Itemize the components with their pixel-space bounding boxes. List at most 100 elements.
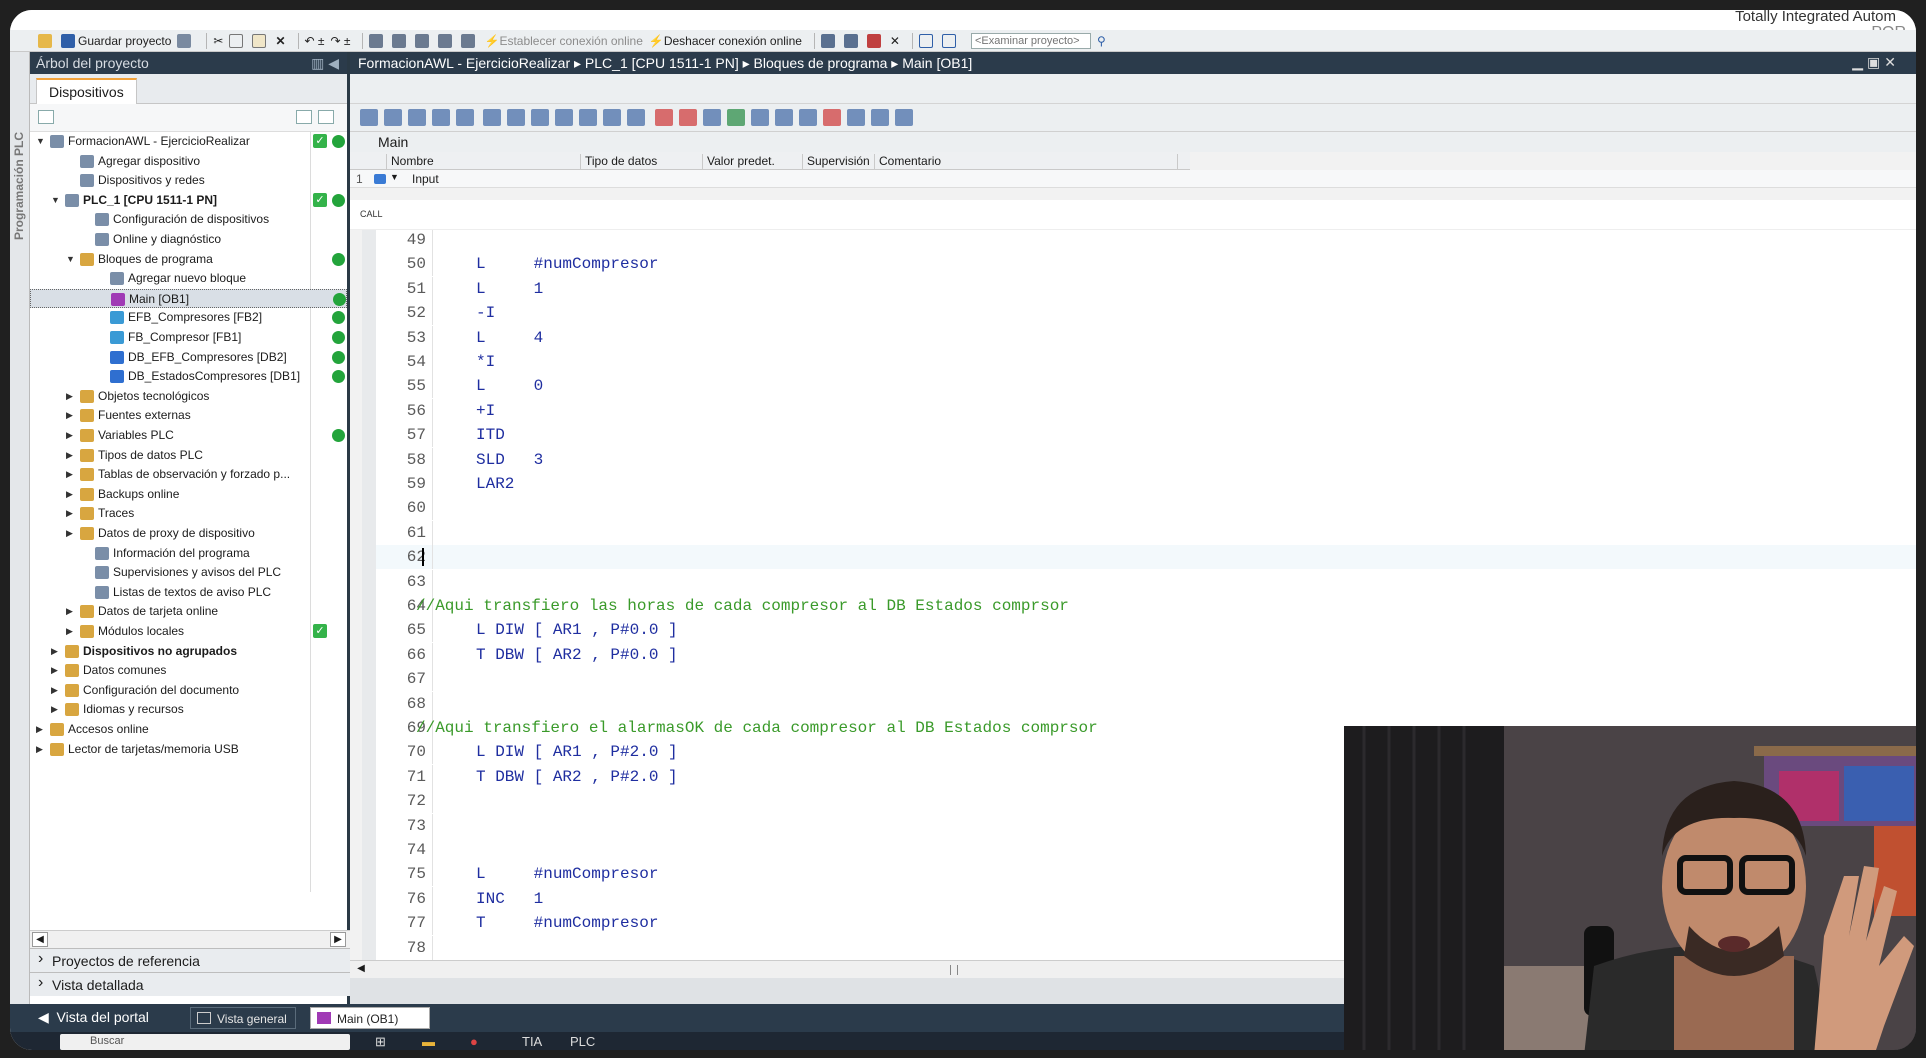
code-line[interactable]: 51 L 1: [376, 276, 1916, 301]
table-view-icon[interactable]: [296, 110, 312, 124]
refresh-icon[interactable]: [870, 109, 889, 126]
tree-item[interactable]: ▼ FormacionAWL - EjercicioRealizar ✓: [30, 132, 347, 151]
code-line[interactable]: 59 LAR2: [376, 472, 1916, 496]
breakpoint-icon[interactable]: [654, 109, 673, 126]
delete-button[interactable]: ✕: [275, 34, 285, 48]
scroll-left-icon[interactable]: ◀: [354, 963, 368, 977]
copy-button[interactable]: [229, 33, 246, 48]
go-offline-button[interactable]: ⚡ Deshacer conexión online: [649, 34, 802, 48]
column-data-type[interactable]: Tipo de datos: [580, 154, 702, 170]
start-cpu-button[interactable]: [843, 33, 861, 48]
tree-item[interactable]: Dispositivos y redes: [30, 171, 347, 190]
tree-item[interactable]: ▼ Bloques de programa: [30, 250, 347, 269]
code-line[interactable]: 56 +I: [376, 398, 1916, 423]
undo-button[interactable]: ↶ ±: [305, 34, 325, 48]
split-vertical-button[interactable]: [941, 33, 959, 48]
code-line[interactable]: 55 L 0: [376, 374, 1916, 399]
upload-button[interactable]: [415, 33, 432, 48]
chevron-right-icon[interactable]: ▶: [66, 391, 76, 401]
tree-item[interactable]: ▼ PLC_1 [CPU 1511-1 PN] ✓: [30, 191, 347, 210]
tree-item[interactable]: ▶ Datos de proxy de dispositivo: [30, 524, 347, 543]
tree-item[interactable]: ▶ Accesos online: [30, 720, 347, 739]
code-line[interactable]: 54 *I: [376, 350, 1916, 374]
plc-taskbar-app[interactable]: PLC: [570, 1034, 595, 1049]
download-button[interactable]: [392, 33, 409, 48]
chevron-down-icon[interactable]: ▼: [51, 195, 61, 205]
tree-item[interactable]: Online y diagnóstico: [30, 230, 347, 249]
code-line[interactable]: 64//Aqui transfiero las horas de cada co…: [376, 594, 1916, 618]
code-line[interactable]: 67: [376, 667, 1916, 692]
call-instruction[interactable]: CALL: [360, 209, 383, 219]
chevron-down-icon[interactable]: ▼: [36, 136, 46, 146]
code-line[interactable]: 61: [376, 520, 1916, 545]
chevron-right-icon[interactable]: ▶: [36, 724, 46, 734]
save-project-button[interactable]: Guardar proyecto: [61, 33, 171, 48]
block-icon[interactable]: [456, 109, 474, 126]
ladder-icon[interactable]: [579, 109, 598, 126]
insert-network-icon[interactable]: [360, 109, 378, 126]
taskbar-search-input[interactable]: Buscar: [60, 1034, 350, 1050]
stl-icon[interactable]: [627, 109, 646, 126]
tree-item[interactable]: Agregar dispositivo: [30, 152, 347, 171]
code-line[interactable]: 53 L 4: [376, 325, 1916, 350]
tree-item[interactable]: ▶ Módulos locales ✓: [30, 622, 347, 641]
absolute-icon[interactable]: [846, 109, 865, 126]
fbd-icon[interactable]: [603, 109, 622, 126]
tree-horizontal-scrollbar[interactable]: ◀ ▶: [30, 930, 350, 948]
chevron-right-icon[interactable]: ▶: [66, 528, 76, 538]
tree-item[interactable]: Configuración de dispositivos: [30, 210, 347, 229]
column-comment[interactable]: Comentario: [874, 154, 1178, 170]
cross-reference-button[interactable]: ✕: [890, 34, 900, 48]
tree-item[interactable]: ▶ Lector de tarjetas/memoria USB: [30, 740, 347, 759]
scroll-right-icon[interactable]: ▶: [330, 932, 346, 947]
scroll-left-icon[interactable]: ◀: [32, 932, 48, 947]
compare-icon[interactable]: [822, 109, 841, 126]
tree-item[interactable]: Agregar nuevo bloque: [30, 269, 347, 288]
search-button[interactable]: ⚲: [1097, 34, 1106, 48]
tree-item[interactable]: Main [OB1]: [30, 288, 347, 308]
tree-item[interactable]: ▶ Dispositivos no agrupados: [30, 642, 347, 661]
go-online-button[interactable]: ⚡ Establecer conexión online: [484, 34, 642, 48]
tree-item[interactable]: ▶ Configuración del documento: [30, 681, 347, 700]
tree-item[interactable]: Supervisiones y avisos del PLC: [30, 563, 347, 582]
code-line[interactable]: 65 L DIW [ AR1 , P#0.0 ]: [376, 618, 1916, 643]
code-line[interactable]: 57 ITD: [376, 423, 1916, 448]
reference-projects-section[interactable]: Proyectos de referencia: [30, 948, 350, 972]
window-controls[interactable]: ▁▣✕: [1852, 54, 1900, 71]
details-icon[interactable]: [318, 110, 334, 124]
code-line[interactable]: 60: [376, 496, 1916, 521]
tree-item[interactable]: ▶ Datos comunes: [30, 661, 347, 680]
tree-item[interactable]: ▶ Traces: [30, 504, 347, 523]
compile-button[interactable]: [369, 33, 386, 48]
split-horizontal-button[interactable]: [918, 33, 936, 48]
chrome-icon[interactable]: ●: [470, 1034, 478, 1049]
chevron-right-icon[interactable]: ▶: [66, 489, 76, 499]
print-button[interactable]: [177, 33, 194, 48]
tree-item[interactable]: ▶ Backups online: [30, 485, 347, 504]
chevron-right-icon[interactable]: ▶: [51, 704, 61, 714]
tree-item[interactable]: ▶ Fuentes externas: [30, 406, 347, 425]
scroll-thumb[interactable]: [950, 965, 958, 975]
tab-overview[interactable]: Vista general: [190, 1007, 296, 1029]
column-default-value[interactable]: Valor predet.: [702, 154, 802, 170]
tree-item[interactable]: Información del programa: [30, 544, 347, 563]
chevron-right-icon[interactable]: ▶: [66, 430, 76, 440]
collapse-panel-icon[interactable]: ▥ ◀: [311, 55, 339, 72]
tree-item[interactable]: ▶ Objetos tecnológicos: [30, 387, 347, 406]
tree-item[interactable]: ▶ Datos de tarjeta online: [30, 602, 347, 621]
code-line[interactable]: 62: [376, 545, 1916, 570]
go-to-icon[interactable]: [750, 109, 769, 126]
chevron-right-icon[interactable]: ▶: [66, 606, 76, 616]
list-icon[interactable]: [531, 109, 550, 126]
add-row-icon[interactable]: [432, 109, 450, 126]
chevron-right-icon[interactable]: ▶: [51, 646, 61, 656]
delete-network-icon[interactable]: [384, 109, 402, 126]
new-view-icon[interactable]: [38, 110, 54, 124]
tree-item[interactable]: Listas de textos de aviso PLC: [30, 583, 347, 602]
network-close-icon[interactable]: [507, 109, 526, 126]
stop-simulation-button[interactable]: [461, 33, 478, 48]
tia-taskbar-app[interactable]: TIA: [522, 1034, 542, 1049]
chevron-right-icon[interactable]: ▶: [66, 469, 76, 479]
code-line[interactable]: 52 -I: [376, 301, 1916, 326]
settings-icon[interactable]: [894, 109, 913, 126]
